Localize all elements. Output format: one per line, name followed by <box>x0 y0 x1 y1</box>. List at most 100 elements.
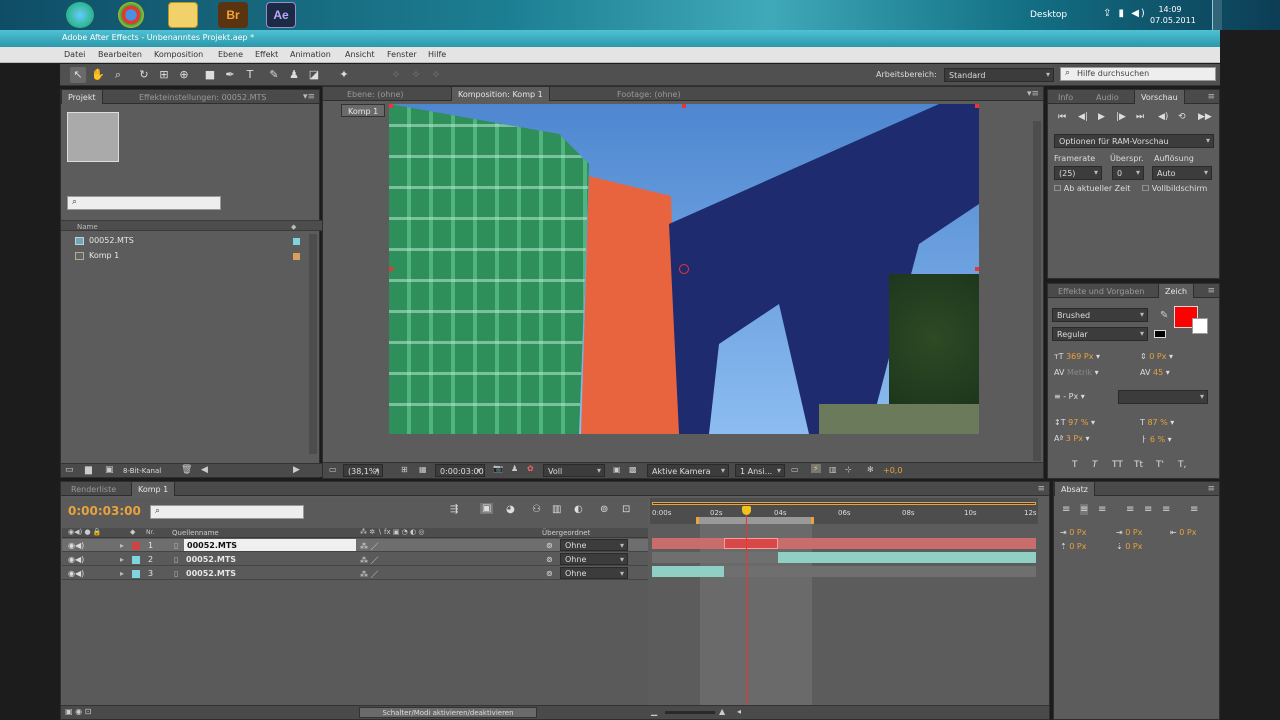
puppet-starch-icon[interactable]: ✧ <box>388 67 404 83</box>
expand-arrow-icon[interactable]: ▸ <box>120 541 124 550</box>
menu-animation[interactable]: Animation <box>290 50 331 59</box>
pan-behind-tool-icon[interactable]: ⊕ <box>176 67 192 83</box>
font-size-field[interactable]: ᴛT 369 Px ▾ <box>1054 352 1100 361</box>
baseline-field[interactable]: Aª 3 Px ▾ <box>1054 434 1090 443</box>
indent-first-field[interactable]: ⇥ 0 Px <box>1116 528 1142 537</box>
layer-row[interactable]: ◉◀) ▸ 1 ▯ 00052.MTS ⁂ ／ ⊚ Ohne <box>62 539 648 552</box>
viewer-scrollbar[interactable] <box>1033 121 1041 461</box>
loop-icon[interactable]: ⟲ <box>1178 112 1186 122</box>
chrome-icon[interactable] <box>118 2 144 28</box>
timeline-current-time[interactable]: 0:00:03:00 <box>68 504 141 518</box>
transform-handle[interactable] <box>975 104 979 108</box>
camera-tool-icon[interactable]: ⊞ <box>156 67 172 83</box>
comp-mini-flowchart-icon[interactable]: ⇶ <box>450 504 458 515</box>
transform-handle[interactable] <box>682 104 686 108</box>
next-frame-icon[interactable]: |▶ <box>1116 112 1126 122</box>
anchor-point[interactable] <box>679 264 689 274</box>
label-color-swatch[interactable] <box>293 238 300 245</box>
bridge-icon[interactable]: Br <box>218 2 248 28</box>
zoom-in-icon[interactable]: ▲ <box>719 707 725 716</box>
pickwhip-icon[interactable]: ⊚ <box>546 569 553 578</box>
first-frame-icon[interactable]: ⏮ <box>1058 112 1066 122</box>
timeline-panel-menu-icon[interactable]: ≡ <box>1037 484 1045 494</box>
justify-left-icon[interactable]: ≡ <box>1126 504 1134 515</box>
layer-trimmed-section[interactable] <box>724 538 778 549</box>
column-parent[interactable]: Übergeordnet <box>542 529 590 537</box>
current-time-display[interactable]: 0:00:03:00 <box>435 464 485 477</box>
current-time-indicator[interactable] <box>746 508 747 706</box>
expand-arrow-icon[interactable]: ▸ <box>120 555 124 564</box>
transform-handle[interactable] <box>389 104 393 108</box>
panel-menu-icon[interactable]: ▾≡ <box>303 92 315 102</box>
layer-row[interactable]: ◉◀) ▸ 2 ▯ 00052.MTS ⁂ ／ ⊚ Ohne <box>62 553 648 566</box>
zoom-tool-icon[interactable]: ⌕ <box>110 67 126 83</box>
align-left-icon[interactable]: ≡ <box>1062 504 1070 515</box>
menu-hilfe[interactable]: Hilfe <box>428 50 446 59</box>
view-layout-dropdown[interactable]: 1 Ansi... <box>735 464 785 477</box>
align-right-icon[interactable]: ≡ <box>1098 504 1106 515</box>
column-nr[interactable]: Nr. <box>146 529 154 536</box>
menu-komposition[interactable]: Komposition <box>154 50 203 59</box>
indent-left-field[interactable]: ⇥ 0 Px <box>1060 528 1086 537</box>
frame-blending-icon[interactable]: ▥ <box>552 504 561 515</box>
font-style-dropdown[interactable]: Regular <box>1052 327 1148 341</box>
stroke-width-field[interactable]: ≡ - Px ▾ <box>1054 392 1085 401</box>
switch-modes-toggle[interactable]: Schalter/Modi aktivieren/deaktivieren <box>359 707 537 718</box>
play-icon[interactable]: ▶ <box>1098 112 1105 122</box>
scroll-left-icon[interactable]: ◀ <box>201 465 208 475</box>
tab-absatz[interactable]: Absatz <box>1054 482 1095 496</box>
layer-duration-bar[interactable] <box>724 566 1036 577</box>
eraser-tool-icon[interactable]: ◪ <box>306 67 322 83</box>
motion-blur-icon[interactable]: ◐ <box>574 504 583 515</box>
stroke-color-swatch[interactable] <box>1192 318 1208 334</box>
work-area-bar[interactable] <box>696 517 814 524</box>
tab-info[interactable]: Info <box>1052 90 1079 104</box>
draft-3d-icon[interactable]: ◕ <box>506 504 515 515</box>
align-center-icon[interactable]: ≡ <box>1080 504 1089 515</box>
layer-name[interactable]: 00052.MTS <box>186 555 236 564</box>
faux-bold-button[interactable]: T <box>1072 460 1078 470</box>
layer-switches-icon[interactable]: ⁂ ／ <box>360 569 379 580</box>
tab-zeichen[interactable]: Zeich <box>1158 284 1195 298</box>
pickwhip-icon[interactable]: ⊚ <box>546 555 553 564</box>
switches-header-icons[interactable]: ⁂ ✲ ∖ fx ▣ ◔ ◐ ◎ <box>360 528 424 536</box>
exposure-reset-icon[interactable]: ✻ <box>867 465 874 474</box>
transform-handle[interactable] <box>975 267 979 271</box>
trash-icon[interactable]: 🗑 <box>181 465 192 475</box>
label-column-icon[interactable]: ◆ <box>130 528 135 536</box>
scroll-left-icon[interactable]: ◂ <box>737 707 741 716</box>
eyedropper-icon[interactable]: ✎ <box>1160 310 1168 321</box>
puppet-pin-tool-icon[interactable]: ✦ <box>336 67 352 83</box>
graph-editor-icon[interactable]: ⊚ <box>600 504 608 515</box>
puppet-overlap-icon[interactable]: ✧ <box>408 67 424 83</box>
layer-duration-bar[interactable] <box>778 552 1036 563</box>
framerate-dropdown[interactable]: (25) <box>1054 166 1102 180</box>
parent-dropdown[interactable]: Ohne <box>560 539 628 551</box>
project-scrollbar[interactable] <box>309 234 317 454</box>
composition-video-frame[interactable] <box>389 104 979 434</box>
transparency-grid-icon[interactable]: ▩ <box>629 465 637 474</box>
tab-komposition[interactable]: Komposition: Komp 1 <box>451 87 550 101</box>
resolution-dropdown[interactable]: Voll <box>543 464 605 477</box>
desktop-toolbar-label[interactable]: Desktop <box>1030 10 1067 20</box>
preview-panel-menu-icon[interactable]: ≡ <box>1207 92 1215 102</box>
zoom-slider[interactable] <box>665 711 715 714</box>
tab-audio[interactable]: Audio <box>1090 90 1125 104</box>
channel-icon[interactable]: ✿ <box>527 464 534 473</box>
transform-handle[interactable] <box>389 267 393 271</box>
character-panel-menu-icon[interactable]: ≡ <box>1207 286 1215 296</box>
visibility-icon[interactable]: ◉◀) <box>68 569 84 578</box>
label-color-swatch[interactable] <box>293 253 300 260</box>
small-caps-button[interactable]: Tt <box>1134 460 1143 470</box>
horizontal-scale-field[interactable]: T 87 % ▾ <box>1140 418 1174 427</box>
timeline-footer-icons[interactable]: ▣ ◉ ⊡ <box>65 707 91 716</box>
region-of-interest-icon[interactable]: ▣ <box>613 465 621 474</box>
grid-icon[interactable]: ▦ <box>419 465 427 474</box>
interpret-footage-icon[interactable]: ▭ <box>65 465 74 475</box>
tab-effekteinstellungen[interactable]: Effekteinstellungen: 00052.MTS <box>133 90 272 104</box>
tab-ebene[interactable]: Ebene: (ohne) <box>341 87 409 101</box>
font-family-dropdown[interactable]: Brushed <box>1052 308 1148 322</box>
skip-dropdown[interactable]: 0 <box>1112 166 1144 180</box>
flowchart-icon[interactable]: ⊹ <box>845 465 852 474</box>
pen-tool-icon[interactable]: ✒ <box>222 67 238 83</box>
